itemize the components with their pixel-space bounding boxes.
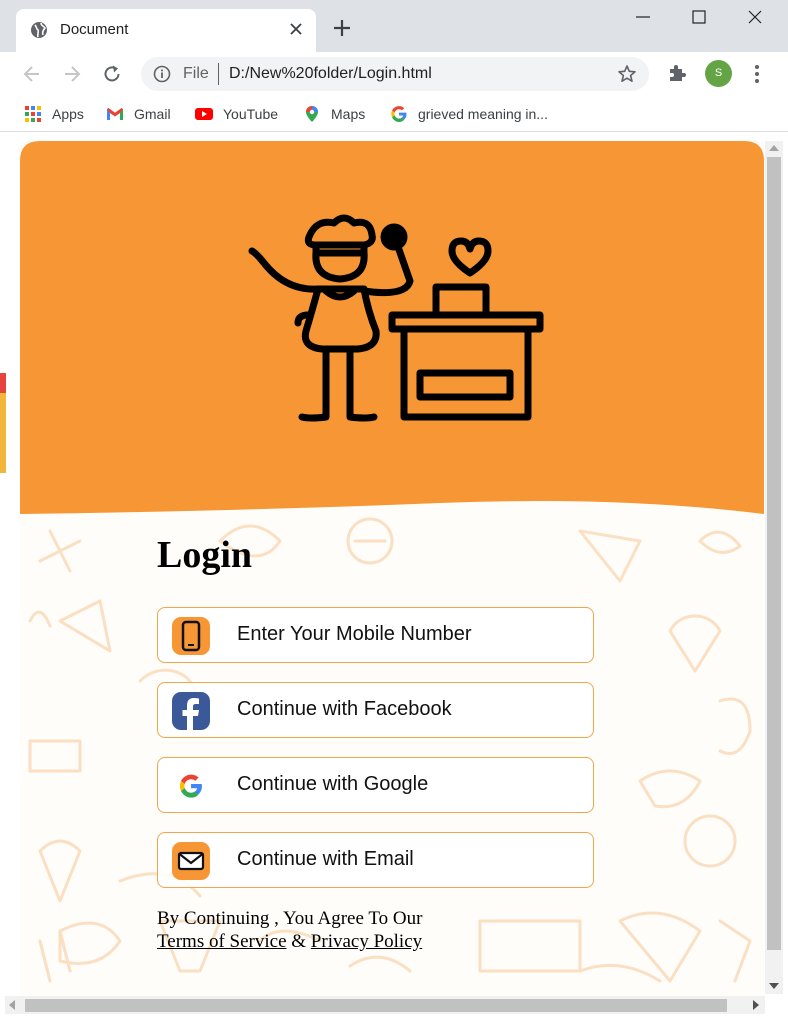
terms-prefix-text: By Continuing , You Agree To Our xyxy=(157,908,423,929)
bookmark-gmail[interactable]: Gmail xyxy=(106,96,171,132)
mobile-number-button[interactable]: Enter Your Mobile Number xyxy=(157,607,594,663)
reload-icon[interactable] xyxy=(100,62,124,86)
scroll-down-arrow-icon[interactable] xyxy=(769,983,779,989)
bookmark-youtube[interactable]: YouTube xyxy=(195,96,278,132)
browser-tab[interactable]: Document xyxy=(16,9,316,52)
vertical-scrollbar-thumb[interactable] xyxy=(767,157,781,950)
info-icon[interactable] xyxy=(153,65,171,83)
google-icon xyxy=(179,774,202,798)
youtube-icon xyxy=(195,108,213,120)
left-window-edge xyxy=(0,133,6,1018)
page-viewport: Login Enter Your Mobile Number Continue … xyxy=(0,133,788,1018)
background-window-fragment xyxy=(0,373,6,393)
close-tab-icon[interactable] xyxy=(286,19,306,39)
extensions-puzzle-icon[interactable] xyxy=(666,62,688,84)
bookmark-apps[interactable]: Apps xyxy=(24,96,84,132)
email-envelope-icon xyxy=(172,842,210,880)
login-heading: Login xyxy=(157,534,253,576)
hero-banner xyxy=(20,141,764,521)
terms-notice: By Continuing , You Agree To Our Terms o… xyxy=(157,907,422,953)
new-tab-plus-icon[interactable] xyxy=(330,16,354,40)
kebab-menu-icon[interactable] xyxy=(749,62,765,86)
terms-of-service-link[interactable]: Terms of Service xyxy=(157,931,287,952)
globe-icon xyxy=(31,22,47,38)
scroll-left-arrow-icon[interactable] xyxy=(9,1000,15,1010)
google-login-button[interactable]: Continue with Google xyxy=(157,757,594,813)
login-page: Login Enter Your Mobile Number Continue … xyxy=(20,141,764,996)
privacy-policy-link[interactable]: Privacy Policy xyxy=(311,931,422,952)
chef-baking-illustration xyxy=(248,214,544,422)
scroll-up-arrow-icon[interactable] xyxy=(769,145,779,151)
back-arrow-icon[interactable] xyxy=(20,62,44,86)
facebook-login-label: Continue with Facebook xyxy=(237,698,452,720)
browser-toolbar: File S xyxy=(0,52,788,96)
horizontal-scrollbar[interactable] xyxy=(5,996,765,1014)
terms-conjunction: & xyxy=(291,931,307,952)
url-separator xyxy=(218,63,219,85)
maximize-window-icon[interactable] xyxy=(686,6,712,28)
bookmark-star-icon[interactable] xyxy=(617,64,637,84)
gmail-icon xyxy=(107,108,123,120)
tab-title: Document xyxy=(60,21,129,38)
bookmark-google-search[interactable]: grieved meaning in... xyxy=(390,96,548,132)
horizontal-scrollbar-thumb[interactable] xyxy=(25,999,727,1012)
facebook-login-button[interactable]: Continue with Facebook xyxy=(157,682,594,738)
facebook-icon xyxy=(172,692,210,730)
profile-avatar[interactable]: S xyxy=(705,60,732,87)
mobile-number-label: Enter Your Mobile Number xyxy=(237,623,472,645)
bookmark-maps[interactable]: Maps xyxy=(303,96,365,132)
forward-arrow-icon[interactable] xyxy=(60,62,84,86)
bookmark-label: Maps xyxy=(331,106,366,122)
minimize-window-icon[interactable] xyxy=(630,6,656,28)
address-bar[interactable]: File xyxy=(141,57,649,91)
close-window-icon[interactable] xyxy=(742,6,768,28)
background-window-fragment xyxy=(0,393,6,473)
mobile-phone-icon xyxy=(172,617,210,655)
bookmark-label: Gmail xyxy=(134,106,171,122)
apps-grid-icon xyxy=(25,106,41,122)
vertical-scrollbar[interactable] xyxy=(765,141,783,994)
bookmarks-bar: Apps Gmail YouTube Maps grieved meaning … xyxy=(0,96,788,132)
bookmark-label: grieved meaning in... xyxy=(418,106,548,122)
maps-icon xyxy=(306,106,318,122)
email-login-button[interactable]: Continue with Email xyxy=(157,832,594,888)
url-input[interactable] xyxy=(229,62,599,86)
google-icon xyxy=(391,106,407,122)
url-scheme-label: File xyxy=(183,65,209,82)
email-login-label: Continue with Email xyxy=(237,848,414,870)
google-login-label: Continue with Google xyxy=(237,773,429,795)
bookmark-label: YouTube xyxy=(223,106,279,122)
browser-title-bar: Document xyxy=(0,0,788,52)
bookmark-label: Apps xyxy=(52,106,84,122)
scroll-right-arrow-icon[interactable] xyxy=(753,1000,759,1010)
